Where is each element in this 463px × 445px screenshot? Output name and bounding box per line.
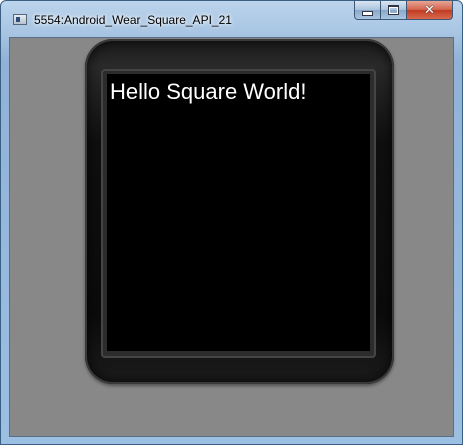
- maximize-icon: [388, 5, 399, 15]
- hello-text: Hello Square World!: [110, 79, 307, 104]
- emulator-app-icon[interactable]: [13, 14, 27, 25]
- emulator-window: 5554:Android_Wear_Square_API_21 ✕ Hello …: [0, 0, 463, 445]
- title-bar[interactable]: 5554:Android_Wear_Square_API_21 ✕: [1, 1, 462, 33]
- window-title: 5554:Android_Wear_Square_API_21: [34, 13, 232, 27]
- caption-buttons: ✕: [354, 1, 453, 21]
- maximize-button[interactable]: [381, 1, 407, 20]
- close-icon: ✕: [424, 2, 435, 18]
- watch-frame: Hello Square World!: [85, 39, 394, 384]
- watch-screen[interactable]: Hello Square World!: [107, 74, 370, 351]
- close-button[interactable]: ✕: [407, 1, 453, 20]
- watch-bezel: Hello Square World!: [101, 69, 376, 358]
- minimize-button[interactable]: [354, 1, 381, 20]
- emulator-client-area: Hello Square World!: [9, 37, 454, 437]
- minimize-icon: [362, 10, 373, 16]
